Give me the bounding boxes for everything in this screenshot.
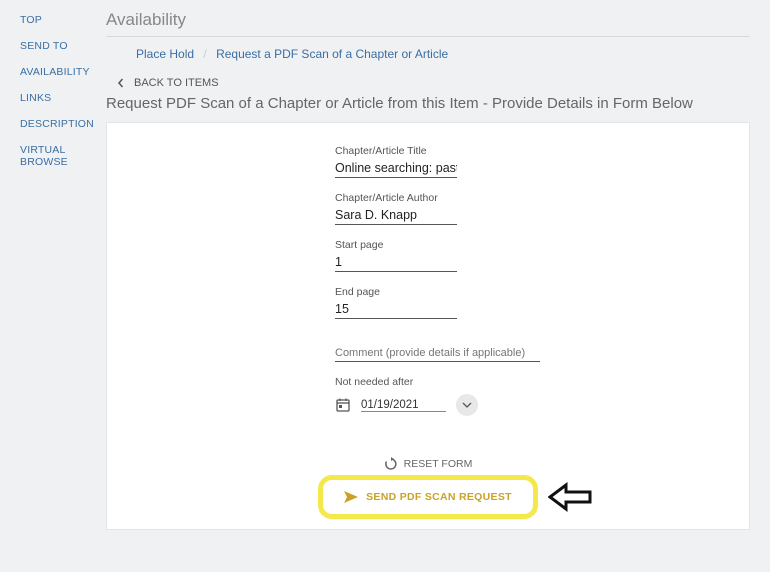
sidebar-item-links[interactable]: LINKS bbox=[20, 92, 96, 104]
input-not-needed-after[interactable] bbox=[361, 399, 446, 412]
input-title[interactable] bbox=[335, 159, 457, 178]
field-comment bbox=[335, 345, 540, 362]
main: Availability Place Hold / Request a PDF … bbox=[96, 0, 770, 572]
input-comment[interactable] bbox=[335, 345, 540, 362]
request-form: Chapter/Article Title Chapter/Article Au… bbox=[106, 122, 750, 530]
send-label: SEND PDF SCAN REQUEST bbox=[366, 491, 512, 503]
field-author: Chapter/Article Author bbox=[335, 192, 540, 225]
label-author: Chapter/Article Author bbox=[335, 192, 540, 204]
tab-separator: / bbox=[203, 47, 206, 61]
send-icon bbox=[344, 491, 358, 503]
sidebar-item-description[interactable]: DESCRIPTION bbox=[20, 118, 96, 130]
field-title: Chapter/Article Title bbox=[335, 145, 540, 178]
sidebar-item-virtual-browse[interactable]: VIRTUAL BROWSE bbox=[20, 144, 96, 168]
send-pdf-scan-request-button[interactable]: SEND PDF SCAN REQUEST bbox=[332, 483, 524, 511]
label-not-needed-after: Not needed after bbox=[335, 376, 540, 388]
breadcrumb-tabs: Place Hold / Request a PDF Scan of a Cha… bbox=[106, 47, 750, 61]
section-title: Availability bbox=[106, 10, 750, 37]
chevron-left-icon bbox=[116, 78, 126, 88]
date-dropdown-button[interactable] bbox=[456, 394, 478, 416]
back-to-items[interactable]: BACK TO ITEMS bbox=[106, 77, 750, 89]
sidebar-item-send-to[interactable]: SEND TO bbox=[20, 40, 96, 52]
chevron-down-icon bbox=[462, 402, 472, 408]
reset-form-button[interactable]: RESET FORM bbox=[384, 457, 473, 471]
field-end-page: End page bbox=[335, 286, 540, 319]
input-author[interactable] bbox=[335, 206, 457, 225]
label-title: Chapter/Article Title bbox=[335, 145, 540, 157]
input-end-page[interactable] bbox=[335, 300, 457, 319]
label-start-page: Start page bbox=[335, 239, 540, 251]
arrow-annotation-icon bbox=[548, 481, 592, 513]
reset-label: RESET FORM bbox=[404, 458, 473, 470]
reset-icon bbox=[384, 457, 398, 471]
back-label: BACK TO ITEMS bbox=[134, 77, 219, 89]
form-actions: RESET FORM SEND PDF SCAN REQUEST bbox=[278, 457, 578, 511]
label-end-page: End page bbox=[335, 286, 540, 298]
field-not-needed-after: Not needed after bbox=[335, 376, 540, 416]
field-start-page: Start page bbox=[335, 239, 540, 272]
tab-place-hold[interactable]: Place Hold bbox=[136, 47, 194, 61]
page-heading: Request PDF Scan of a Chapter or Article… bbox=[106, 95, 750, 112]
sidebar-item-availability[interactable]: AVAILABILITY bbox=[20, 66, 96, 78]
tab-request-scan[interactable]: Request a PDF Scan of a Chapter or Artic… bbox=[216, 47, 448, 61]
input-start-page[interactable] bbox=[335, 253, 457, 272]
sidebar: TOP SEND TO AVAILABILITY LINKS DESCRIPTI… bbox=[0, 0, 96, 572]
calendar-icon[interactable] bbox=[335, 397, 351, 413]
sidebar-item-top[interactable]: TOP bbox=[20, 14, 96, 26]
